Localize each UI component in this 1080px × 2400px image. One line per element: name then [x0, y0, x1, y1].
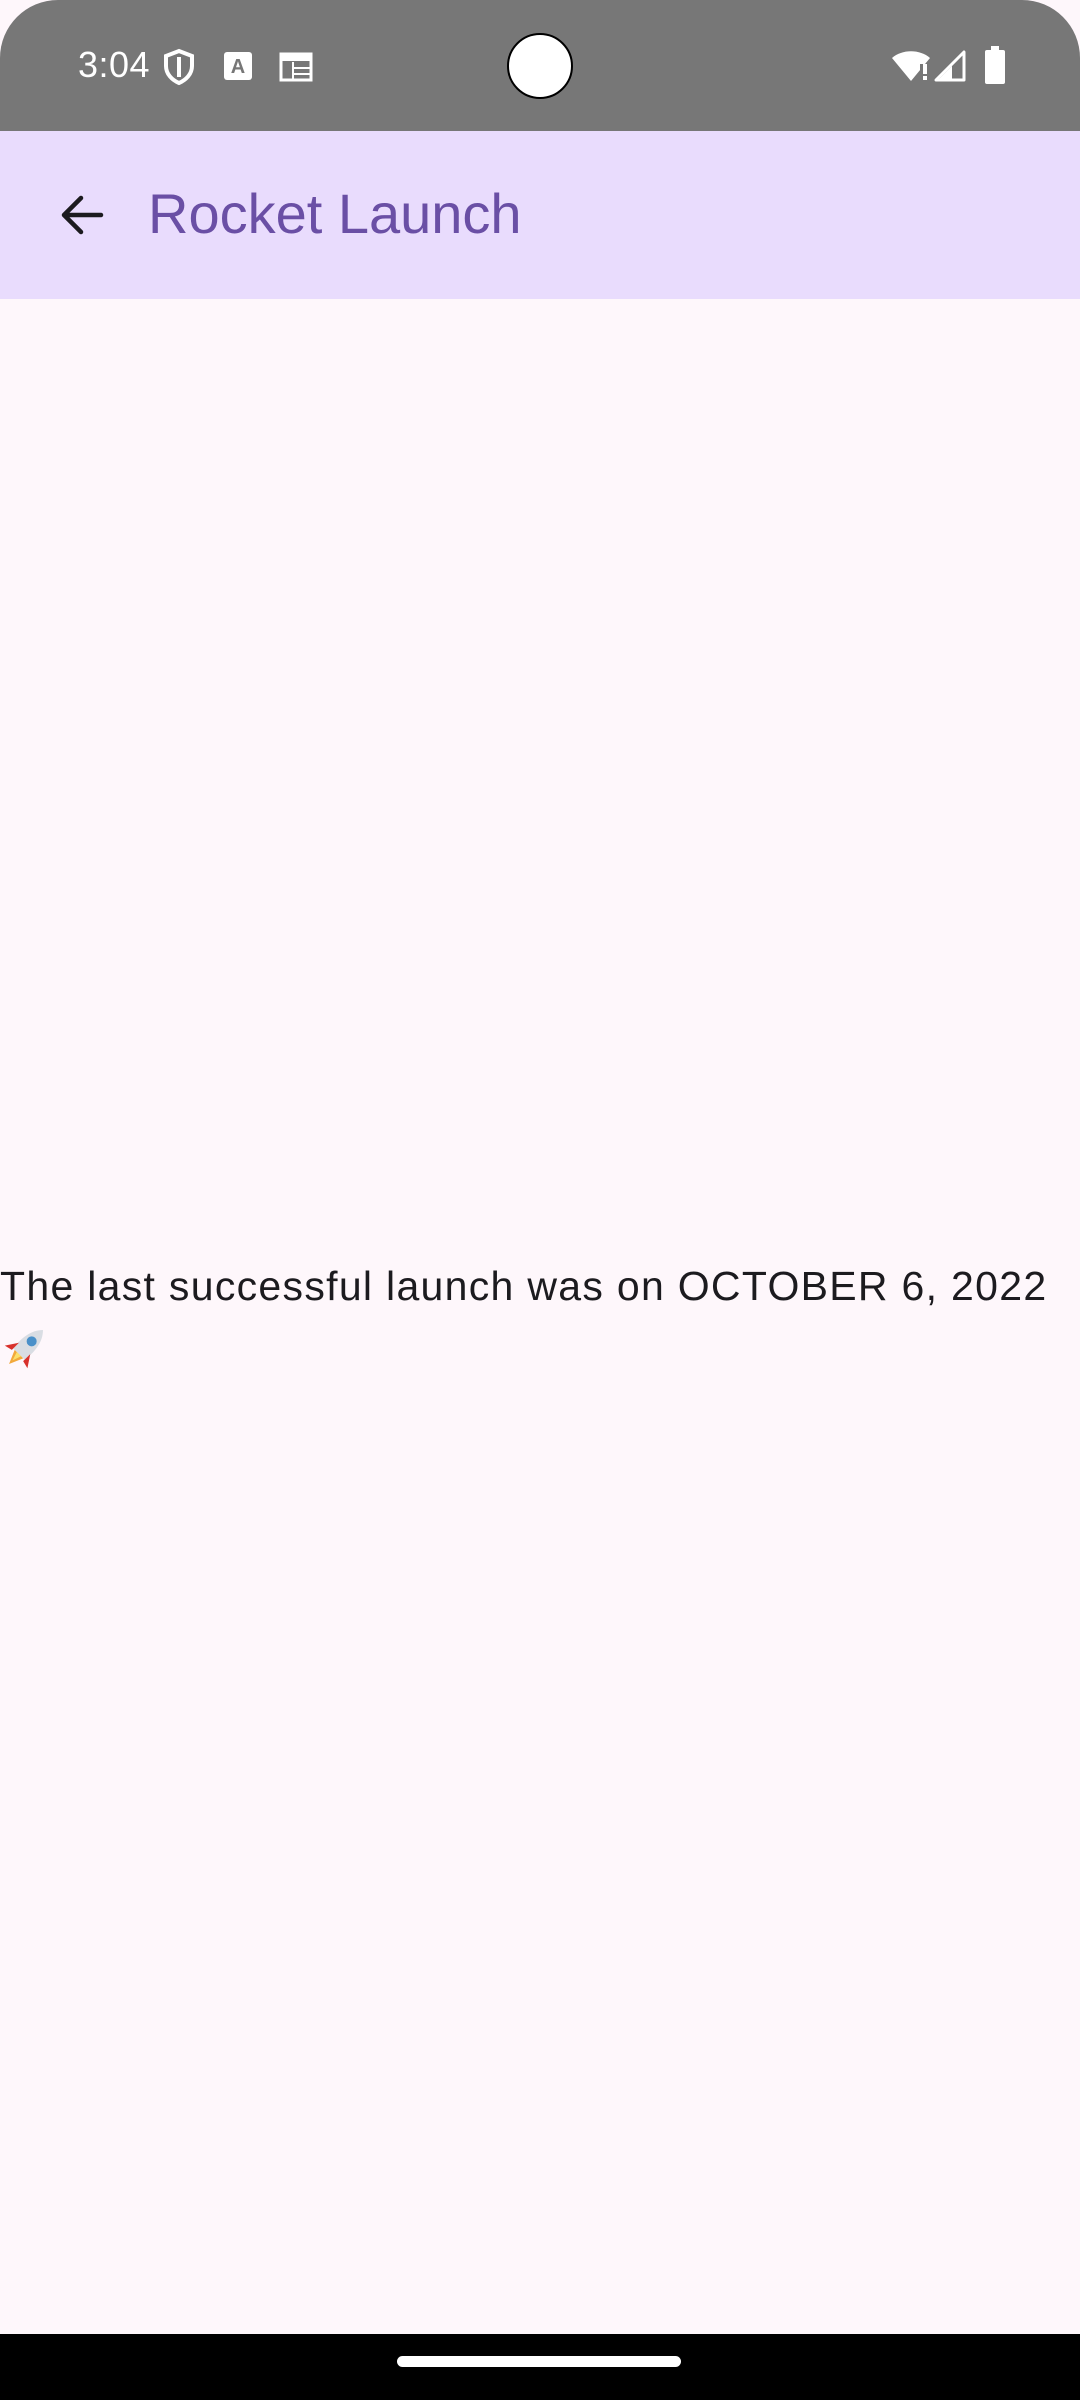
app-title: Rocket Launch — [148, 182, 522, 245]
app-bar: Rocket Launch — [0, 131, 1080, 299]
cellular-signal-icon — [934, 50, 966, 82]
wifi-alert-icon — [892, 51, 930, 81]
rocket-icon — [4, 1330, 43, 1369]
status-bar: 3:04 A — [0, 0, 1080, 131]
svg-text:A: A — [231, 56, 245, 78]
calendar-icon — [279, 52, 313, 82]
launch-message-text: The last successful launch was on OCTOBE… — [0, 1263, 1048, 1309]
camera-cutout — [507, 33, 573, 99]
navigation-bar — [0, 2334, 1080, 2400]
status-time: 3:04 — [78, 44, 151, 85]
vpn-shield-icon — [164, 48, 194, 86]
back-button[interactable] — [36, 169, 128, 261]
battery-icon — [985, 46, 1005, 84]
arrow-back-icon — [61, 195, 104, 235]
text-a-icon: A — [224, 52, 252, 80]
home-indicator[interactable] — [397, 2356, 681, 2367]
launch-message: The last successful launch was on OCTOBE… — [0, 1257, 1080, 1373]
main-content: The last successful launch was on OCTOBE… — [0, 299, 1080, 2334]
